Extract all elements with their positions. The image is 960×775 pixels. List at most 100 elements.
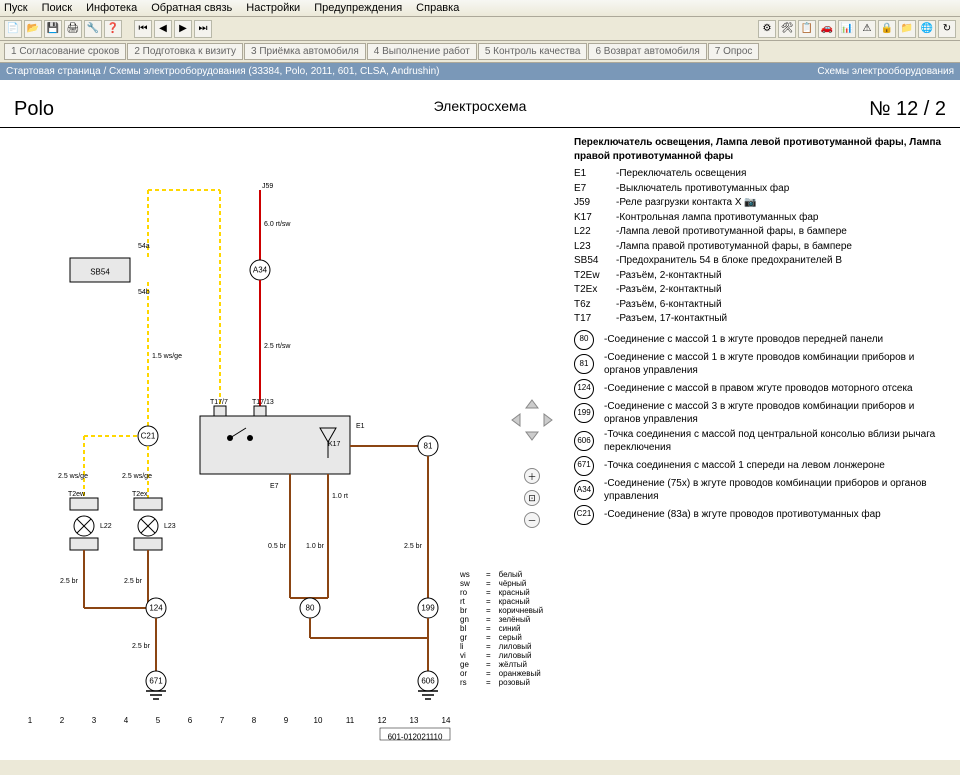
legend-key: T2Ex: [574, 283, 610, 297]
zoom-in-icon[interactable]: ＋: [524, 468, 540, 484]
tab-1[interactable]: 1 Согласование сроков: [4, 43, 126, 60]
legend-key: E1: [574, 167, 610, 181]
legend-desc: -Разъем, 17-контактный: [616, 312, 952, 326]
legend-key: K17: [574, 211, 610, 225]
color-row: ro=красный: [460, 588, 543, 597]
first-icon[interactable]: ⏮: [134, 20, 152, 38]
legend-key: E7: [574, 182, 610, 196]
svg-text:2: 2: [60, 716, 65, 725]
app-icon[interactable]: 📁: [898, 20, 916, 38]
label-e7: E7: [270, 483, 279, 490]
legend-key: T17: [574, 312, 610, 326]
legend-key: T2Ew: [574, 269, 610, 283]
zoom-fit-icon[interactable]: ⊡: [524, 490, 540, 506]
legend-row: 124 -Соединение с массой в правом жгуте п…: [574, 379, 952, 399]
node-c21: C21: [141, 432, 156, 441]
app-icon[interactable]: 🚗: [818, 20, 836, 38]
svg-text:7: 7: [220, 716, 225, 725]
help-icon[interactable]: ❓: [104, 20, 122, 38]
breadcrumb: Стартовая страница / Схемы электрооборуд…: [0, 63, 960, 80]
color-row: or=оранжевый: [460, 669, 543, 678]
svg-text:9: 9: [284, 716, 289, 725]
last-icon[interactable]: ⏭: [194, 20, 212, 38]
wire-label: 0.5 br: [268, 543, 287, 550]
node-124: 124: [149, 604, 163, 613]
prev-icon[interactable]: ◀: [154, 20, 172, 38]
legend-row: A34-Соединение (75x) в жгуте проводов ко…: [574, 477, 952, 504]
color-row: vi=лиловый: [460, 651, 543, 660]
save-icon[interactable]: 💾: [44, 20, 62, 38]
menubar: Пуск Поиск Инфотека Обратная связь Настр…: [0, 0, 960, 17]
menu-item[interactable]: Обратная связь: [151, 2, 232, 14]
legend-row: SB54-Предохранитель 54 в блоке предохран…: [574, 254, 952, 268]
legend-desc: -Соединение с массой 1 в жгуте проводов …: [604, 333, 952, 347]
t17-label: T17/13: [252, 399, 274, 406]
legend-row: E1 -Переключатель освещения: [574, 167, 952, 181]
tab-5[interactable]: 5 Контроль качества: [478, 43, 588, 60]
wire-label: 2.5 br: [124, 578, 143, 585]
legend-desc: -Разъём, 6-контактный: [616, 298, 952, 312]
svg-text:3: 3: [92, 716, 97, 725]
color-row: rs=розовый: [460, 678, 543, 687]
legend-desc: -Точка соединения с массой под центральн…: [604, 428, 952, 455]
menu-item[interactable]: Справка: [416, 2, 459, 14]
legend-row: T2Ew -Разъём, 2-контактный: [574, 269, 952, 283]
svg-text:10: 10: [314, 716, 323, 725]
tab-6[interactable]: 6 Возврат автомобиля: [588, 43, 706, 60]
legend-node-icon: 671: [574, 456, 594, 476]
menu-item[interactable]: Пуск: [4, 2, 28, 14]
app-icon[interactable]: 📊: [838, 20, 856, 38]
legend-key: T6z: [574, 298, 610, 312]
legend-node-icon: 199: [574, 403, 594, 423]
tab-7[interactable]: 7 Опрос: [708, 43, 760, 60]
zoom-out-icon[interactable]: －: [524, 512, 540, 528]
legend-row: 199-Соединение с массой 3 в жгуте провод…: [574, 400, 952, 427]
page-number: № 12 / 2: [869, 98, 946, 121]
tool-icon[interactable]: 🔧: [84, 20, 102, 38]
legend-desc: -Соединение с массой в правом жгуте пров…: [604, 382, 952, 396]
menu-item[interactable]: Настройки: [246, 2, 300, 14]
app-icon[interactable]: 🛠: [778, 20, 796, 38]
pan-control[interactable]: [510, 398, 554, 445]
toolbar: 📄 📂 💾 🖨 🔧 ❓ ⏮ ◀ ▶ ⏭ ⚙ 🛠 📋 🚗 📊 ⚠ 🔒 📁 🌐 ↻: [0, 17, 960, 41]
legend-node-icon: 124: [574, 379, 594, 399]
legend-desc: -Разъём, 2-контактный: [616, 269, 952, 283]
axis: 1 2 3 4 5 6 7 8 9 10 11 12 13 14: [28, 716, 451, 725]
menu-item[interactable]: Поиск: [42, 2, 72, 14]
section-title: Электросхема: [434, 98, 527, 114]
legend-desc: -Переключатель освещения: [616, 167, 952, 181]
label-k17: K17: [328, 441, 341, 448]
tab-4[interactable]: 4 Выполнение работ: [367, 43, 477, 60]
legend-row: C21-Соединение (83a) в жгуте проводов пр…: [574, 505, 952, 525]
wire-label: 2.5 br: [404, 543, 423, 550]
tab-3[interactable]: 3 Приёмка автомобиля: [244, 43, 366, 60]
color-row: rt=красный: [460, 597, 543, 606]
app-icon[interactable]: 🔒: [878, 20, 896, 38]
menu-item[interactable]: Предупреждения: [314, 2, 402, 14]
open-icon[interactable]: 📂: [24, 20, 42, 38]
print-icon[interactable]: 🖨: [64, 20, 82, 38]
legend-node-icon: 606: [574, 431, 594, 451]
color-row: bl=синий: [460, 624, 543, 633]
node-81: 81: [424, 442, 433, 451]
next-icon[interactable]: ▶: [174, 20, 192, 38]
pan-left-icon: [512, 414, 520, 426]
legend-desc: -Выключатель противотуманных фар: [616, 182, 952, 196]
tab-2[interactable]: 2 Подготовка к визиту: [127, 43, 243, 60]
legend-row: 606 -Точка соединения с массой под центра…: [574, 428, 952, 455]
label-l22: L22: [100, 523, 112, 530]
app-icon[interactable]: ↻: [938, 20, 956, 38]
app-icon[interactable]: ⚙: [758, 20, 776, 38]
app-icon[interactable]: 📋: [798, 20, 816, 38]
svg-text:11: 11: [346, 716, 355, 725]
pan-up-icon: [526, 400, 538, 408]
legend-node-icon: A34: [574, 480, 594, 500]
label-j59: J59: [262, 183, 273, 190]
t2ex: T2ex: [132, 491, 148, 498]
app-icon[interactable]: ⚠: [858, 20, 876, 38]
new-icon[interactable]: 📄: [4, 20, 22, 38]
app-icon[interactable]: 🌐: [918, 20, 936, 38]
process-tabs: 1 Согласование сроков 2 Подготовка к виз…: [0, 41, 960, 63]
node-a34: A34: [253, 266, 268, 275]
menu-item[interactable]: Инфотека: [86, 2, 137, 14]
